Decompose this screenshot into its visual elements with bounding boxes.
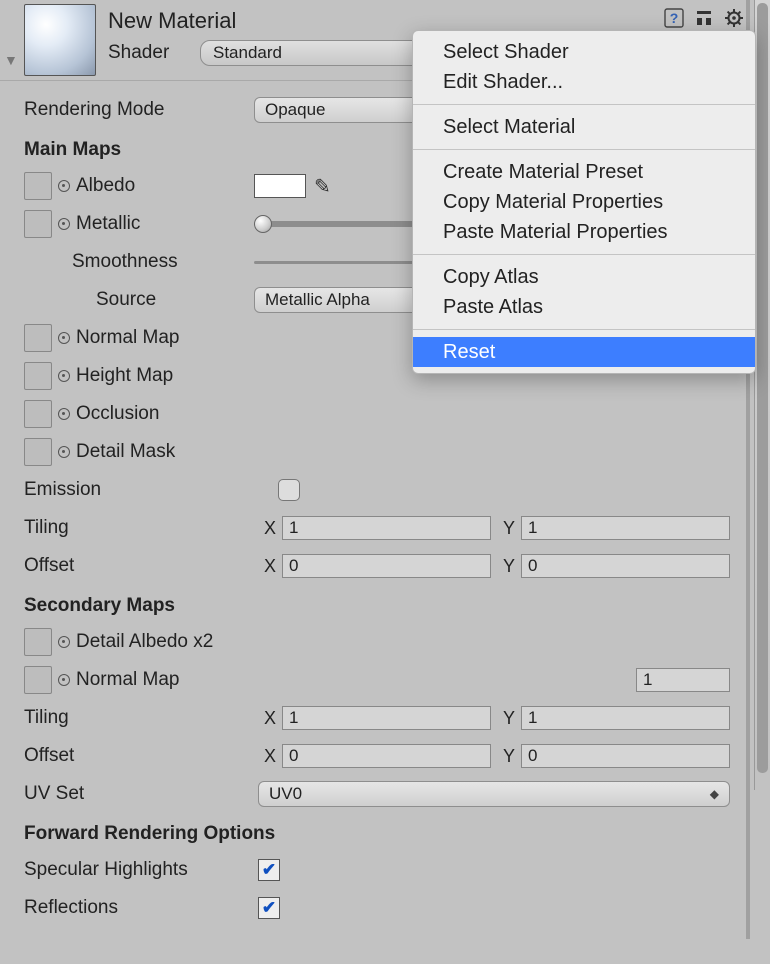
menu-select-material[interactable]: Select Material bbox=[413, 112, 755, 142]
occlusion-texture-slot[interactable] bbox=[24, 400, 52, 428]
axis-y: Y bbox=[497, 746, 515, 767]
shader-value: Standard bbox=[213, 43, 282, 63]
uvset-dropdown[interactable]: UV0 ◆ bbox=[258, 781, 730, 807]
occlusion-label: Occlusion bbox=[76, 403, 159, 425]
scrollbar-thumb[interactable] bbox=[757, 3, 768, 773]
secondary-normal-value[interactable]: 1 bbox=[636, 668, 730, 692]
axis-y: Y bbox=[497, 708, 515, 729]
axis-y: Y bbox=[497, 518, 515, 539]
emission-checkbox[interactable] bbox=[278, 479, 300, 501]
menu-separator bbox=[413, 104, 755, 105]
specular-highlights-checkbox[interactable]: ✔ bbox=[258, 859, 280, 881]
reflections-label: Reflections bbox=[24, 897, 118, 919]
normalmap-texture-slot[interactable] bbox=[24, 324, 52, 352]
axis-x: X bbox=[258, 746, 276, 767]
detailmask-texture-slot[interactable] bbox=[24, 438, 52, 466]
menu-copy-atlas[interactable]: Copy Atlas bbox=[413, 262, 755, 292]
tiling2-y-field[interactable]: 1 bbox=[521, 706, 730, 730]
material-preview[interactable] bbox=[24, 4, 96, 76]
rendering-mode-label: Rendering Mode bbox=[24, 99, 254, 121]
source-value: Metallic Alpha bbox=[265, 290, 370, 310]
menu-separator bbox=[413, 254, 755, 255]
detail-albedo-label: Detail Albedo x2 bbox=[76, 631, 213, 653]
metallic-label: Metallic bbox=[76, 213, 140, 235]
metallic-texture-slot[interactable] bbox=[24, 210, 52, 238]
albedo-label: Albedo bbox=[76, 175, 135, 197]
axis-x: X bbox=[258, 518, 276, 539]
scrollbar[interactable] bbox=[754, 0, 770, 790]
offset-label: Offset bbox=[24, 555, 74, 577]
offset2-label: Offset bbox=[24, 745, 74, 767]
preset-icon[interactable] bbox=[692, 6, 716, 29]
tiling-label: Tiling bbox=[24, 517, 69, 539]
menu-reset[interactable]: Reset bbox=[413, 337, 755, 367]
svg-text:?: ? bbox=[670, 10, 679, 26]
heightmap-label: Height Map bbox=[76, 365, 173, 387]
smoothness-label: Smoothness bbox=[72, 251, 178, 273]
shader-label: Shader bbox=[108, 42, 188, 64]
object-picker-icon[interactable] bbox=[58, 674, 70, 686]
menu-paste-atlas[interactable]: Paste Atlas bbox=[413, 292, 755, 322]
heightmap-texture-slot[interactable] bbox=[24, 362, 52, 390]
emission-label: Emission bbox=[24, 479, 101, 501]
uvset-value: UV0 bbox=[269, 784, 302, 804]
help-icon[interactable]: ? bbox=[662, 6, 686, 29]
detailmask-label: Detail Mask bbox=[76, 441, 175, 463]
secondary-normal-label: Normal Map bbox=[76, 669, 179, 691]
reflections-checkbox[interactable]: ✔ bbox=[258, 897, 280, 919]
menu-separator bbox=[413, 149, 755, 150]
object-picker-icon[interactable] bbox=[58, 180, 70, 192]
object-picker-icon[interactable] bbox=[58, 636, 70, 648]
section-forward-rendering: Forward Rendering Options bbox=[24, 823, 730, 845]
foldout-toggle[interactable]: ▼ bbox=[4, 52, 22, 70]
rendering-mode-value: Opaque bbox=[265, 100, 326, 120]
menu-separator bbox=[413, 329, 755, 330]
source-label: Source bbox=[96, 289, 156, 311]
caret-icon: ◆ bbox=[710, 787, 719, 801]
offset-y-field[interactable]: 0 bbox=[521, 554, 730, 578]
tiling-x-field[interactable]: 1 bbox=[282, 516, 491, 540]
object-picker-icon[interactable] bbox=[58, 332, 70, 344]
context-menu: Select Shader Edit Shader... Select Mate… bbox=[412, 30, 756, 374]
object-picker-icon[interactable] bbox=[58, 446, 70, 458]
menu-copy-props[interactable]: Copy Material Properties bbox=[413, 187, 755, 217]
tiling2-label: Tiling bbox=[24, 707, 69, 729]
offset2-x-field[interactable]: 0 bbox=[282, 744, 491, 768]
menu-create-preset[interactable]: Create Material Preset bbox=[413, 157, 755, 187]
axis-x: X bbox=[258, 708, 276, 729]
specular-highlights-label: Specular Highlights bbox=[24, 859, 188, 881]
section-secondary-maps: Secondary Maps bbox=[24, 595, 730, 617]
menu-select-shader[interactable]: Select Shader bbox=[413, 37, 755, 67]
normalmap-label: Normal Map bbox=[76, 327, 179, 349]
albedo-texture-slot[interactable] bbox=[24, 172, 52, 200]
secondary-normal-texture-slot[interactable] bbox=[24, 666, 52, 694]
axis-x: X bbox=[258, 556, 276, 577]
detail-albedo-texture-slot[interactable] bbox=[24, 628, 52, 656]
offset-x-field[interactable]: 0 bbox=[282, 554, 491, 578]
object-picker-icon[interactable] bbox=[58, 218, 70, 230]
menu-edit-shader[interactable]: Edit Shader... bbox=[413, 67, 755, 97]
offset2-y-field[interactable]: 0 bbox=[521, 744, 730, 768]
uvset-label: UV Set bbox=[24, 783, 84, 805]
gear-icon[interactable] bbox=[722, 6, 746, 29]
object-picker-icon[interactable] bbox=[58, 408, 70, 420]
tiling2-x-field[interactable]: 1 bbox=[282, 706, 491, 730]
menu-paste-props[interactable]: Paste Material Properties bbox=[413, 217, 755, 247]
object-picker-icon[interactable] bbox=[58, 370, 70, 382]
albedo-color[interactable] bbox=[254, 174, 306, 198]
eyedropper-icon[interactable]: ✎ bbox=[314, 174, 331, 199]
tiling-y-field[interactable]: 1 bbox=[521, 516, 730, 540]
axis-y: Y bbox=[497, 556, 515, 577]
